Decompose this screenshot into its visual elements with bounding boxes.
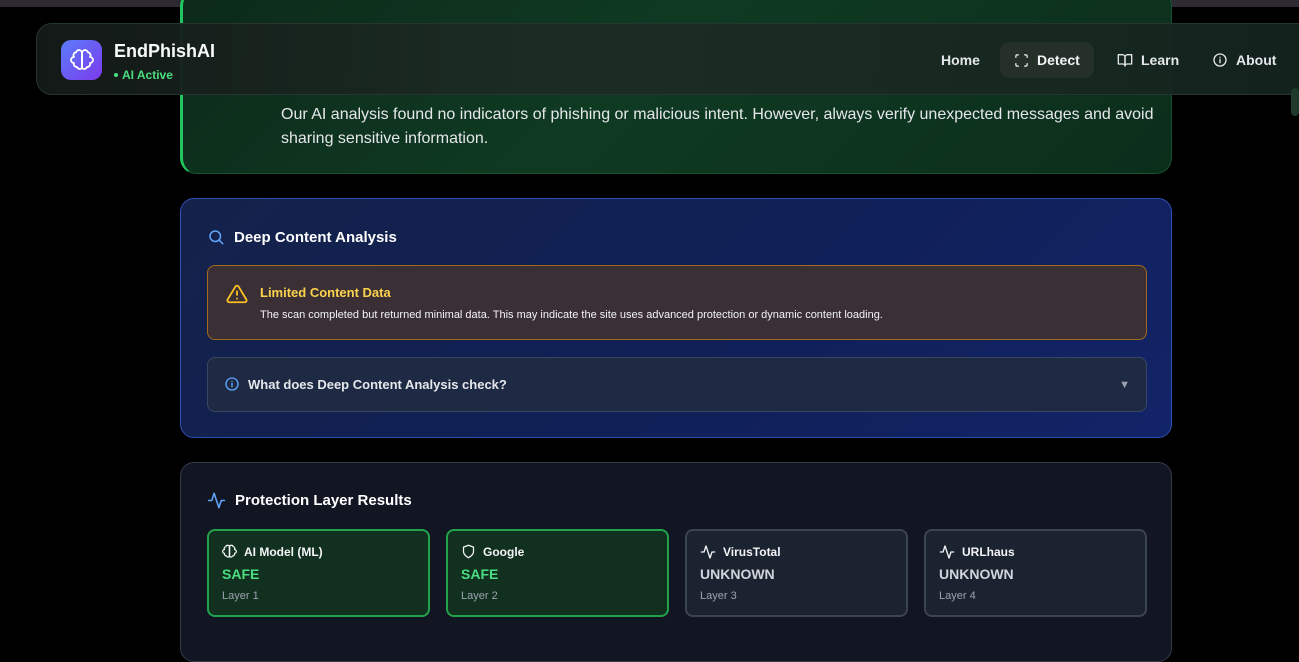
warning-text: The scan completed but returned minimal … — [260, 309, 883, 321]
layer-card-virustotal[interactable]: VirusTotal UNKNOWN Layer 3 — [685, 529, 908, 617]
faq-label: What does Deep Content Analysis check? — [224, 376, 507, 392]
layer-number: Layer 1 — [222, 590, 259, 602]
nav-about[interactable]: About — [1198, 42, 1290, 78]
brain-icon — [222, 544, 237, 558]
layer-head: VirusTotal — [700, 544, 781, 560]
deep-content-analysis-card: Deep Content Analysis Limited Content Da… — [180, 198, 1172, 438]
layer-status: SAFE — [222, 566, 260, 582]
status-dot — [114, 73, 118, 77]
layer-status: SAFE — [461, 566, 499, 582]
layer-number: Layer 3 — [700, 590, 737, 602]
nav-detect-label: Detect — [1037, 52, 1080, 68]
deep-analysis-title: Deep Content Analysis — [207, 228, 397, 246]
protection-layer-card: Protection Layer Results AI Model (ML) S… — [180, 462, 1172, 662]
layer-head: Google — [461, 544, 524, 559]
warning-icon — [226, 284, 248, 304]
deep-analysis-faq-toggle[interactable]: What does Deep Content Analysis check? ▼ — [207, 357, 1147, 412]
layer-status: UNKNOWN — [939, 566, 1014, 582]
ai-status-label: AI Active — [122, 68, 173, 82]
navbar: EndPhishAI AI Active Home Detect Learn A… — [36, 23, 1299, 95]
scan-icon — [1015, 53, 1028, 67]
shield-icon — [462, 544, 475, 559]
brand-name[interactable]: EndPhishAI — [114, 41, 215, 62]
layer-number: Layer 4 — [939, 590, 976, 602]
protection-title-text: Protection Layer Results — [235, 492, 412, 509]
brain-icon — [69, 49, 94, 70]
activity-icon — [207, 492, 226, 509]
info-icon — [225, 377, 239, 391]
deep-analysis-title-text: Deep Content Analysis — [234, 228, 397, 246]
layer-head: URLhaus — [939, 544, 1015, 560]
limited-data-warning: Limited Content Data The scan completed … — [207, 265, 1147, 340]
layer-card-google[interactable]: Google SAFE Layer 2 — [446, 529, 669, 617]
caret-down-icon: ▼ — [1119, 379, 1130, 391]
result-message: Our AI analysis found no indicators of p… — [281, 106, 1154, 147]
nav-learn[interactable]: Learn — [1103, 42, 1193, 78]
layer-name: AI Model (ML) — [244, 544, 323, 559]
layer-status: UNKNOWN — [700, 566, 775, 582]
layer-name: Google — [483, 544, 525, 559]
info-icon — [1213, 53, 1227, 67]
nav-detect[interactable]: Detect — [1000, 42, 1094, 78]
search-icon — [209, 230, 224, 245]
layer-number: Layer 2 — [461, 590, 498, 602]
book-icon — [1117, 54, 1133, 67]
side-handle — [1291, 88, 1299, 116]
nav-home[interactable]: Home — [927, 42, 994, 78]
activity-icon — [939, 545, 955, 559]
layer-card-urlhaus[interactable]: URLhaus UNKNOWN Layer 4 — [924, 529, 1147, 617]
protection-title: Protection Layer Results — [207, 491, 412, 510]
nav-home-label: Home — [941, 52, 980, 68]
brand-logo[interactable] — [61, 40, 102, 80]
faq-label-text: What does Deep Content Analysis check? — [248, 376, 507, 392]
activity-icon — [700, 545, 716, 559]
layer-name: VirusTotal — [723, 545, 781, 559]
layer-head: AI Model (ML) — [222, 544, 323, 559]
nav-learn-label: Learn — [1141, 52, 1180, 68]
nav-about-label: About — [1236, 52, 1277, 68]
ai-status-badge: AI Active — [114, 68, 173, 82]
layer-card-ai-model[interactable]: AI Model (ML) SAFE Layer 1 — [207, 529, 430, 617]
layer-name: URLhaus — [962, 545, 1015, 559]
warning-title: Limited Content Data — [260, 285, 391, 300]
